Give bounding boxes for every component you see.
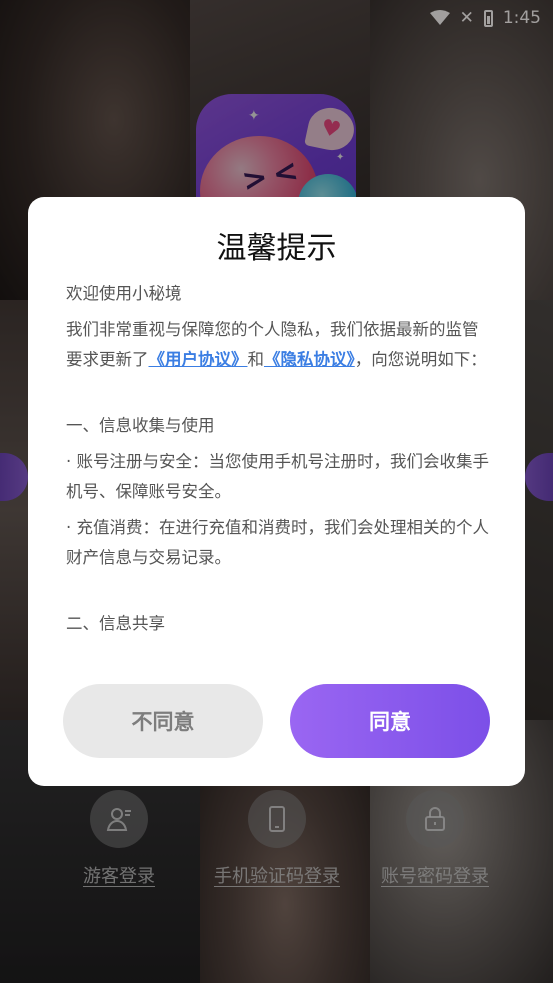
list-item: · 账号注册与安全：当您使用手机号注册时，我们会收集手机号、保障账号安全。 (66, 452, 489, 501)
list-item: · 充值消费：在进行充值和消费时，我们会处理相关的个人财产信息与交易记录。 (66, 518, 489, 567)
user-agreement-link[interactable]: 《用户协议》 (149, 350, 248, 369)
intro-paragraph: 我们非常重视与保障您的个人隐私，我们依据最新的监管要求更新了《用户协议》和《隐私… (66, 315, 489, 375)
status-time: 1:45 (502, 8, 541, 28)
privacy-agreement-link[interactable]: 《隐私协议》 (264, 350, 355, 369)
intro-and-text: 和 (247, 350, 265, 369)
section-heading: 二、信息共享 (66, 614, 165, 633)
status-bar: ✕ 1:45 (341, 0, 553, 36)
welcome-text: 欢迎使用小秘境 (66, 284, 182, 303)
privacy-dialog: 温馨提示 欢迎使用小秘境 我们非常重视与保障您的个人隐私，我们依据最新的监管要求… (28, 197, 525, 786)
signal-x-icon: ✕ (459, 8, 474, 28)
dialog-title: 温馨提示 (216, 231, 337, 266)
agree-button[interactable]: 同意 (290, 684, 490, 758)
intro-after-text: ，向您说明如下： (354, 350, 487, 369)
disagree-button[interactable]: 不同意 (63, 684, 263, 758)
battery-icon (483, 9, 493, 27)
dialog-scroll-content[interactable]: 欢迎使用小秘境 我们非常重视与保障您的个人隐私，我们依据最新的监管要求更新了《用… (66, 279, 489, 651)
section-heading: 一、信息收集与使用 (66, 416, 215, 435)
wifi-icon (429, 10, 450, 25)
